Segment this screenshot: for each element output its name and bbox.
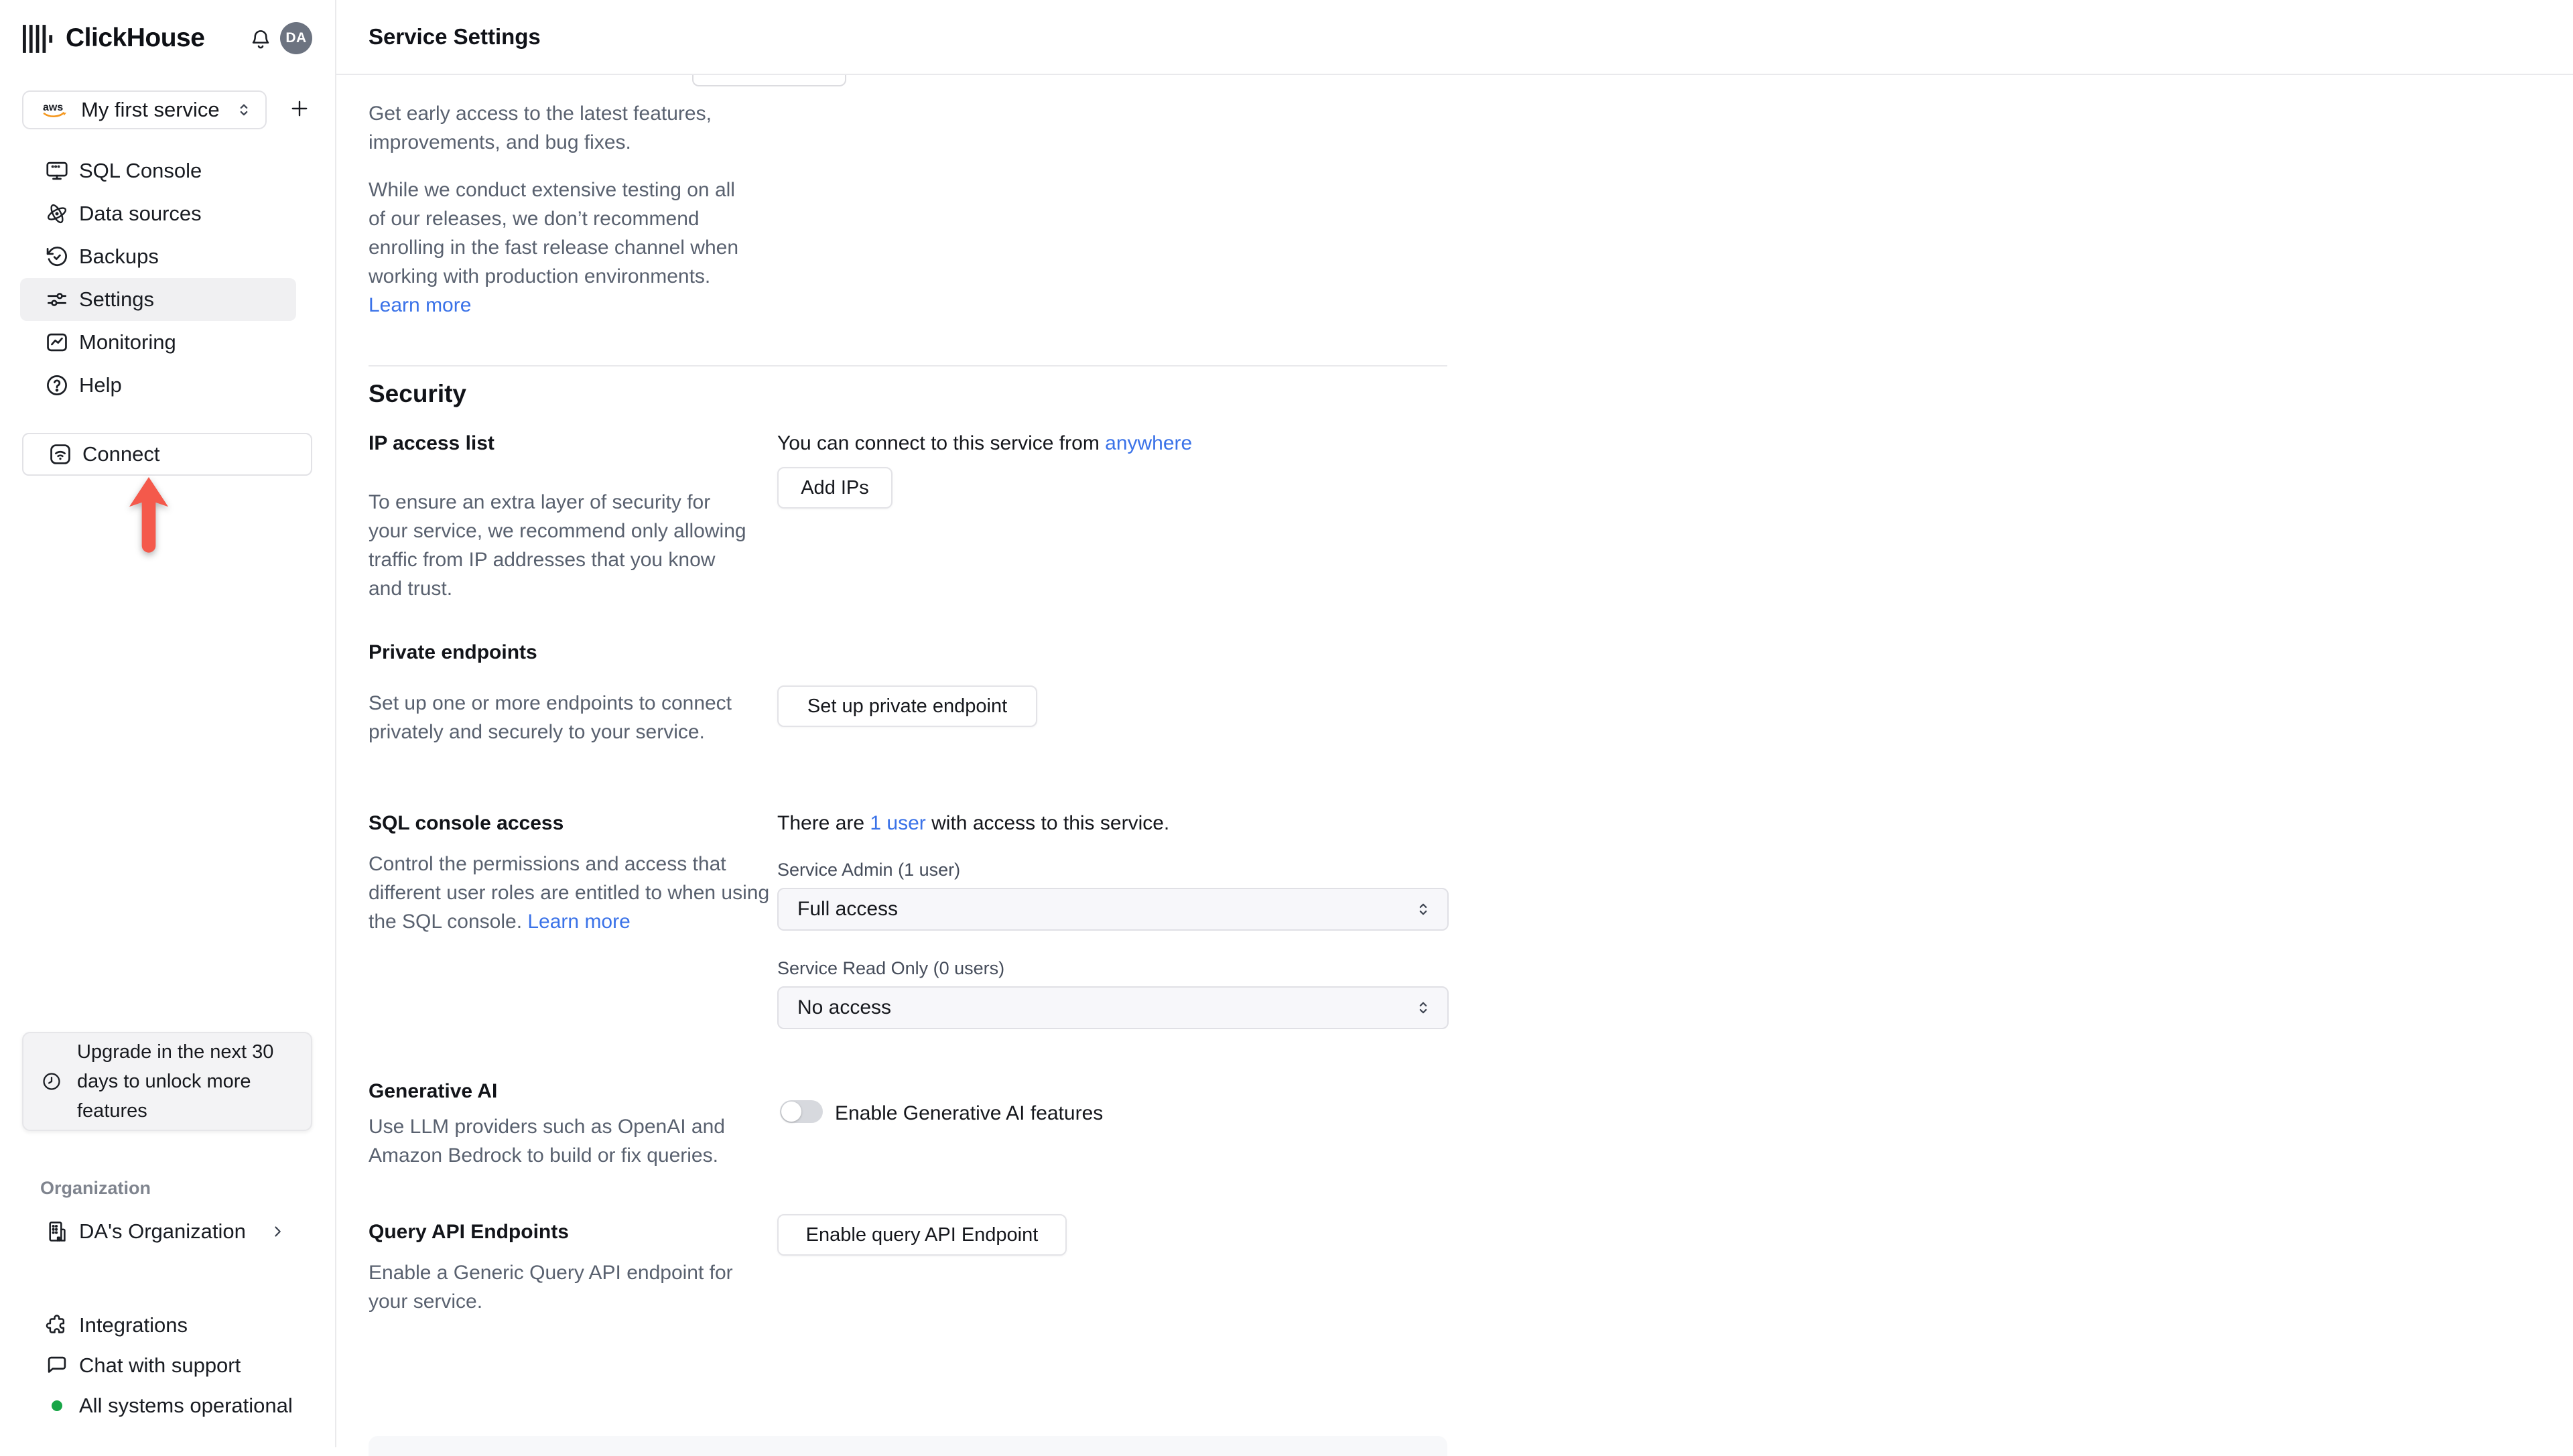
sidebar-item-settings[interactable]: Settings [20,278,296,321]
service-selector[interactable]: aws My first service [22,90,267,129]
clickhouse-logo-icon [23,24,54,57]
help-circle-icon [44,373,70,398]
sql-console-access-title: SQL console access [369,812,564,834]
sidebar-item-label: Help [79,373,122,397]
sidebar-item-label: Integrations [79,1313,188,1337]
service-admin-label: Service Admin (1 user) [777,860,961,880]
sidebar-item-label: Monitoring [79,330,176,354]
chat-bubble-icon [44,1353,70,1378]
sidebar: ClickHouse DA aws My first service SQL C… [0,0,336,1447]
clock-icon [41,1071,62,1092]
security-heading: Security [369,380,467,407]
brand-title: ClickHouse [66,23,205,52]
service-selector-label: My first service [81,98,220,121]
users-suffix: with access to this service. [925,812,1170,834]
enable-query-api-button[interactable]: Enable query API Endpoint [777,1214,1067,1256]
building-icon [44,1219,70,1244]
fast-release-learn-more-link[interactable]: Learn more [369,294,471,316]
terminal-monitor-icon [44,158,70,184]
sidebar-item-label: Backups [79,245,159,268]
query-api-title: Query API Endpoints [369,1221,569,1243]
chevron-updown-icon [235,101,253,119]
organization-name: DA's Organization [79,1219,246,1243]
fast-release-paragraph-1: Get early access to the latest features,… [369,103,712,153]
service-readonly-select[interactable]: No access [777,986,1449,1029]
sidebar-item-integrations[interactable]: Integrations [20,1305,296,1345]
users-prefix: There are [777,812,870,834]
connect-wifi-icon [48,442,73,467]
organization-row[interactable]: DA's Organization [20,1210,296,1253]
fast-release-paragraph-2-text: While we conduct extensive testing on al… [369,179,739,287]
status-green-dot [52,1400,62,1411]
add-service-button[interactable] [285,94,314,123]
sidebar-item-help[interactable]: Help [20,364,296,407]
generative-ai-title: Generative AI [369,1080,498,1102]
sql-access-users-line: There are 1 user with access to this ser… [777,812,1169,835]
connect-button[interactable]: Connect [22,433,312,476]
puzzle-icon [44,1313,70,1338]
upgrade-notice-text: Upgrade in the next 30 days to unlock mo… [77,1041,274,1122]
add-ips-button[interactable]: Add IPs [777,467,893,509]
system-status-row[interactable]: All systems operational [20,1386,296,1426]
sidebar-item-backups[interactable]: Backups [20,235,296,278]
sidebar-item-sql-console[interactable]: SQL Console [20,149,296,192]
setup-private-endpoint-button[interactable]: Set up private endpoint [777,685,1037,727]
service-admin-select-value: Full access [797,898,899,920]
data-sources-orbit-icon [44,201,70,226]
page-header: Service Settings [336,0,2573,75]
toggle-knob [781,1102,801,1122]
release-channel-select-cutoff[interactable] [692,75,846,86]
notifications-bell-icon[interactable] [248,27,273,52]
anywhere-link[interactable]: anywhere [1105,432,1192,454]
sidebar-item-data-sources[interactable]: Data sources [20,192,296,235]
private-endpoints-title: Private endpoints [369,641,537,663]
sidebar-item-label: Chat with support [79,1353,241,1377]
sql-access-description: Control the permissions and access that … [369,850,776,936]
sql-access-learn-more-link[interactable]: Learn more [527,911,630,933]
backups-history-icon [44,244,70,269]
service-admin-select[interactable]: Full access [777,888,1449,931]
fast-release-paragraph-2: While we conduct extensive testing on al… [369,176,754,320]
sidebar-item-label: Settings [79,287,155,311]
upgrade-notice[interactable]: Upgrade in the next 30 days to unlock mo… [22,1032,312,1131]
generative-ai-description: Use LLM providers such as OpenAI and Ama… [369,1116,725,1167]
generative-ai-toggle[interactable] [780,1100,823,1123]
page-title: Service Settings [369,24,541,49]
chevron-updown-icon [1414,998,1433,1017]
sidebar-item-monitoring[interactable]: Monitoring [20,321,296,364]
generative-ai-toggle-label: Enable Generative AI features [835,1102,1104,1124]
sidebar-item-chat-support[interactable]: Chat with support [20,1345,296,1386]
status-label: All systems operational [79,1394,293,1417]
chevron-right-icon [268,1222,287,1244]
service-readonly-label: Service Read Only (0 users) [777,958,1005,978]
sidebar-item-label: Data sources [79,202,202,225]
ip-access-list-title: IP access list [369,432,494,454]
chevron-updown-icon [1414,900,1433,919]
ip-access-description: To ensure an extra layer of security for… [369,491,746,600]
ip-access-connect-line: You can connect to this service from any… [777,432,1192,455]
one-user-link[interactable]: 1 user [870,812,925,834]
connect-label: Connect [82,442,160,466]
svg-text:aws: aws [43,102,63,113]
main-content: Service Settings Get early access to the… [336,0,2573,1456]
settings-sliders-icon [44,287,70,312]
ip-access-connect-prefix: You can connect to this service from [777,432,1106,454]
section-divider [369,365,1447,367]
monitoring-chart-icon [44,330,70,355]
annotation-arrow-up [129,476,169,553]
private-endpoints-description: Set up one or more endpoints to connect … [369,692,732,743]
avatar[interactable]: DA [280,22,312,54]
service-readonly-select-value: No access [797,996,892,1018]
next-section-card-cutoff [369,1436,1447,1456]
query-api-description: Enable a Generic Query API endpoint for … [369,1262,733,1313]
sidebar-item-label: SQL Console [79,159,202,182]
aws-logo-icon: aws [41,99,69,121]
organization-section-label: Organization [40,1178,151,1198]
